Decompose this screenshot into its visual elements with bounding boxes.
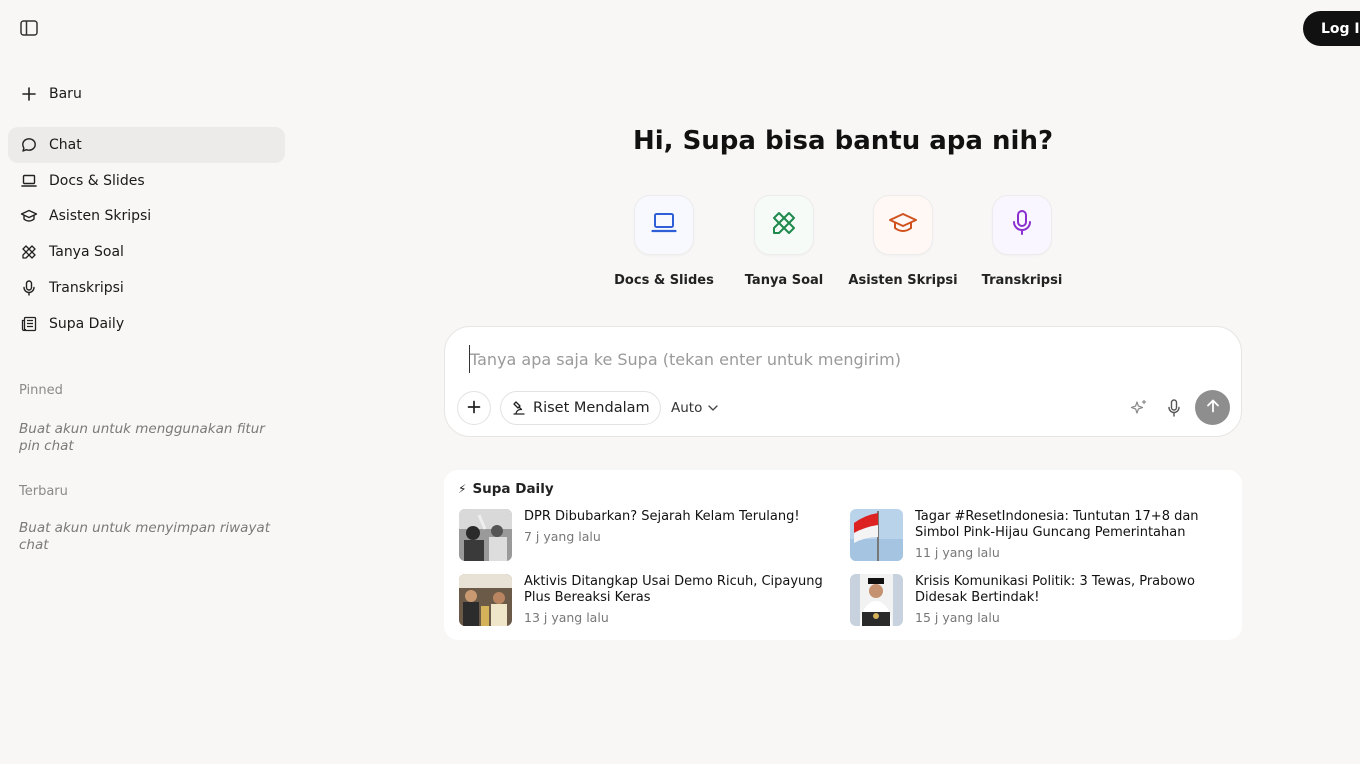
news-item[interactable]: Tagar #ResetIndonesia: Tuntutan 17+8 dan… — [850, 509, 1210, 563]
new-chat-label: Baru — [49, 86, 82, 102]
tool-label: Tanya Soal — [744, 273, 824, 288]
microphone-icon — [1011, 209, 1033, 241]
tool-label: Transkripsi — [981, 273, 1063, 288]
sidebar-item-supa-daily[interactable]: Supa Daily — [8, 306, 285, 342]
tool-tanya-soal[interactable]: Tanya Soal — [724, 195, 844, 288]
news-thumbnail — [850, 574, 903, 626]
plus-icon — [467, 399, 481, 418]
news-thumbnail — [459, 509, 512, 561]
send-button[interactable] — [1195, 390, 1230, 425]
news-time: 13 j yang lalu — [524, 610, 609, 625]
tool-transkripsi[interactable]: Transkripsi — [962, 195, 1082, 288]
lightning-icon: ⚡ — [458, 482, 467, 496]
news-time: 15 j yang lalu — [915, 610, 1000, 625]
sidebar-nav: Chat Docs & Slides Asisten Skripsi Tanya… — [8, 127, 285, 342]
login-button[interactable]: Log In — [1303, 11, 1360, 46]
sidebar-item-transkripsi[interactable]: Transkripsi — [8, 270, 285, 306]
news-thumbnail — [459, 574, 512, 626]
tool-label: Asisten Skripsi — [848, 273, 958, 288]
laptop-icon — [651, 212, 677, 238]
daily-title: ⚡ Supa Daily — [458, 481, 554, 497]
sidebar-item-chat[interactable]: Chat — [8, 127, 285, 163]
recent-note: Buat akun untuk menyimpan riwayat chat — [19, 520, 271, 553]
sidebar-item-asisten-skripsi[interactable]: Asisten Skripsi — [8, 199, 285, 235]
news-thumbnail — [850, 509, 903, 561]
news-title: Krisis Komunikasi Politik: 3 Tewas, Prab… — [915, 574, 1195, 605]
pinned-title: Pinned — [19, 383, 63, 398]
laptop-icon — [20, 172, 38, 190]
sidebar-item-docs-slides[interactable]: Docs & Slides — [8, 163, 285, 199]
page-title: Hi, Supa bisa bantu apa nih? — [632, 126, 1054, 156]
graduation-cap-icon — [20, 207, 38, 225]
sidebar-item-label: Transkripsi — [49, 280, 124, 297]
attach-button[interactable] — [457, 391, 491, 425]
news-item[interactable]: Krisis Komunikasi Politik: 3 Tewas, Prab… — [850, 574, 1210, 628]
sidebar-item-label: Supa Daily — [49, 315, 125, 332]
riset-label: Riset Mendalam — [533, 400, 650, 416]
news-item[interactable]: DPR Dibubarkan? Sejarah Kelam Terulang! … — [459, 509, 819, 563]
chevron-down-icon — [708, 405, 719, 411]
sparkle-icon[interactable] — [1128, 397, 1150, 419]
tool-docs-slides[interactable]: Docs & Slides — [604, 195, 724, 288]
research-icon — [511, 400, 527, 416]
chat-input[interactable] — [469, 345, 1209, 373]
new-chat-button[interactable]: Baru — [8, 79, 285, 109]
model-mode-select[interactable]: Auto — [671, 391, 719, 425]
sidebar-item-label: Asisten Skripsi — [49, 208, 152, 225]
pencil-ruler-icon — [20, 243, 38, 261]
recent-title: Terbaru — [19, 484, 68, 499]
pencil-ruler-icon — [770, 209, 798, 241]
newspaper-icon — [20, 315, 38, 333]
plus-icon — [20, 85, 38, 103]
news-title: Aktivis Ditangkap Usai Demo Ricuh, Cipay… — [524, 574, 823, 605]
sidebar-item-label: Chat — [49, 136, 82, 153]
chat-composer: Riset Mendalam Auto — [444, 326, 1242, 437]
tool-icon-box — [754, 195, 814, 255]
sidebar-toggle-icon[interactable] — [18, 18, 40, 38]
tool-icon-box — [873, 195, 933, 255]
mode-label: Auto — [671, 400, 703, 416]
graduation-cap-icon — [888, 212, 918, 238]
daily-title-label: Supa Daily — [472, 481, 554, 497]
tool-asisten-skripsi[interactable]: Asisten Skripsi — [843, 195, 963, 288]
tool-icon-box — [992, 195, 1052, 255]
arrow-up-icon — [1205, 398, 1221, 418]
news-time: 7 j yang lalu — [524, 529, 601, 544]
chat-bubble-icon — [20, 136, 38, 154]
riset-mendalam-button[interactable]: Riset Mendalam — [500, 391, 661, 425]
microphone-icon — [20, 279, 38, 297]
sidebar-item-label: Tanya Soal — [49, 244, 124, 261]
news-time: 11 j yang lalu — [915, 545, 1000, 560]
sidebar-item-tanya-soal[interactable]: Tanya Soal — [8, 234, 285, 270]
tool-icon-box — [634, 195, 694, 255]
supa-daily-panel: ⚡ Supa Daily DPR Dibubarkan? Sejarah Kel… — [444, 470, 1242, 640]
pinned-note: Buat akun untuk menggunakan fitur pin ch… — [19, 421, 265, 454]
news-title: Tagar #ResetIndonesia: Tuntutan 17+8 dan… — [915, 509, 1199, 540]
voice-input-icon[interactable] — [1163, 397, 1185, 419]
news-item[interactable]: Aktivis Ditangkap Usai Demo Ricuh, Cipay… — [459, 574, 823, 628]
sidebar-item-label: Docs & Slides — [49, 172, 145, 189]
news-title: DPR Dibubarkan? Sejarah Kelam Terulang! — [524, 509, 800, 524]
tool-label: Docs & Slides — [614, 273, 714, 288]
sidebar: Baru Chat Docs & Slides Asisten Skripsi … — [0, 0, 294, 764]
